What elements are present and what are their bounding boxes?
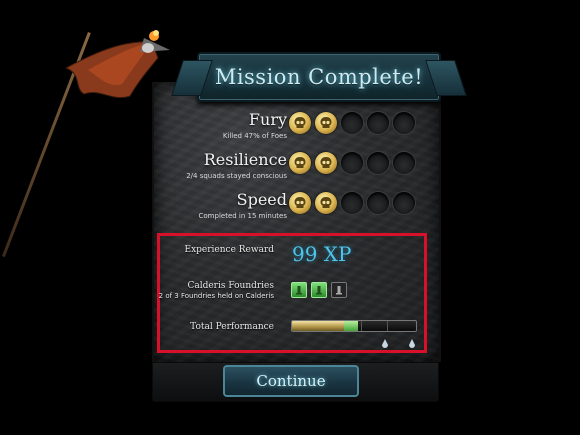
stat-name: Speed	[236, 190, 287, 209]
performance-bar	[291, 320, 417, 332]
reward-marker-icon	[382, 339, 388, 348]
empty-medal-slot	[393, 112, 415, 134]
performance-fill-gain	[344, 321, 358, 331]
performance-tick	[361, 321, 363, 331]
medal-row	[289, 112, 415, 134]
empty-medal-slot	[341, 192, 363, 214]
stat-row-fury: Fury Killed 47% of Foes	[152, 110, 437, 150]
continue-button[interactable]: Continue	[223, 365, 359, 397]
performance-label: Total Performance	[190, 322, 274, 332]
foundry-held-icon	[291, 282, 307, 298]
stat-name: Resilience	[203, 150, 287, 169]
stat-row-resilience: Resilience 2/4 squads stayed conscious	[152, 150, 437, 190]
empty-medal-slot	[393, 152, 415, 174]
medal-row	[289, 192, 415, 214]
empty-medal-slot	[367, 152, 389, 174]
skull-medal-icon	[315, 112, 337, 134]
foundry-held-icon	[311, 282, 327, 298]
reward-summary-box: Experience Reward 99 XP Calderis Foundri…	[157, 233, 427, 353]
foundry-lost-icon	[331, 282, 347, 298]
title-bar: Mission Complete!	[197, 52, 441, 102]
mission-title: Mission Complete!	[214, 65, 424, 89]
skull-medal-icon	[315, 152, 337, 174]
experience-label: Experience Reward	[184, 245, 275, 255]
stat-detail: 2/4 squads stayed conscious	[186, 172, 287, 180]
skull-medal-icon	[289, 112, 311, 134]
foundries-label: Calderis Foundries	[187, 281, 274, 291]
stat-name: Fury	[248, 110, 287, 129]
performance-tick	[387, 321, 389, 331]
empty-medal-slot	[367, 112, 389, 134]
empty-medal-slot	[367, 192, 389, 214]
skull-medal-icon	[289, 152, 311, 174]
skull-medal-icon	[289, 192, 311, 214]
medal-row	[289, 152, 415, 174]
stat-detail: Completed in 15 minutes	[198, 212, 287, 220]
reward-marker-icon	[409, 339, 415, 348]
performance-fill-previous	[292, 321, 345, 331]
skull-medal-icon	[315, 192, 337, 214]
stat-row-speed: Speed Completed in 15 minutes	[152, 190, 437, 230]
empty-medal-slot	[341, 112, 363, 134]
stat-detail: Killed 47% of Foes	[222, 132, 287, 140]
empty-medal-slot	[341, 152, 363, 174]
experience-value: 99 XP	[292, 242, 352, 266]
foundry-icons	[291, 282, 347, 298]
foundries-detail: 2 of 3 Foundries held on Calderis	[158, 292, 274, 300]
empty-medal-slot	[393, 192, 415, 214]
